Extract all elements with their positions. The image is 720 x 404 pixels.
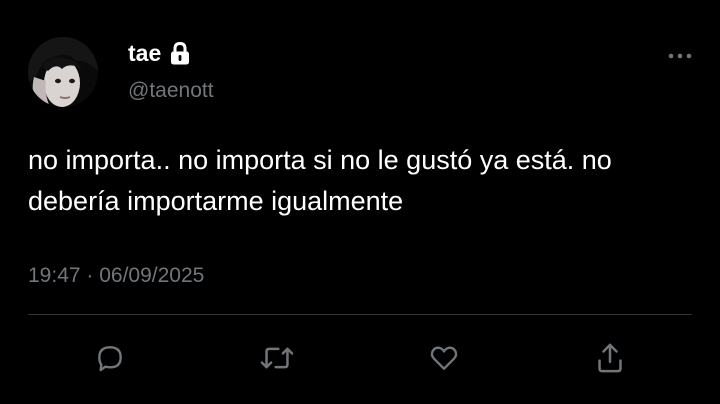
user-handle[interactable]: @taenott bbox=[128, 77, 214, 105]
reply-button[interactable] bbox=[90, 340, 130, 376]
retweet-icon bbox=[260, 347, 294, 369]
tweet-timestamp[interactable]: 19:47 · 06/09/2025 bbox=[28, 262, 204, 290]
divider bbox=[28, 314, 692, 315]
tweet-text: no importa.. no importa si no le gustó y… bbox=[28, 145, 612, 216]
user-name-row[interactable]: tae bbox=[128, 38, 190, 68]
reply-icon bbox=[98, 346, 122, 372]
more-dots-icon bbox=[668, 53, 692, 59]
lock-icon bbox=[170, 41, 190, 65]
like-button[interactable] bbox=[424, 340, 464, 376]
display-name[interactable]: tae bbox=[128, 38, 161, 68]
heart-icon bbox=[430, 346, 458, 370]
more-options-button[interactable] bbox=[664, 44, 696, 68]
share-button[interactable] bbox=[590, 340, 630, 376]
retweet-button[interactable] bbox=[257, 340, 297, 376]
share-icon bbox=[598, 343, 622, 373]
avatar[interactable] bbox=[28, 37, 98, 107]
action-bar bbox=[0, 334, 720, 382]
